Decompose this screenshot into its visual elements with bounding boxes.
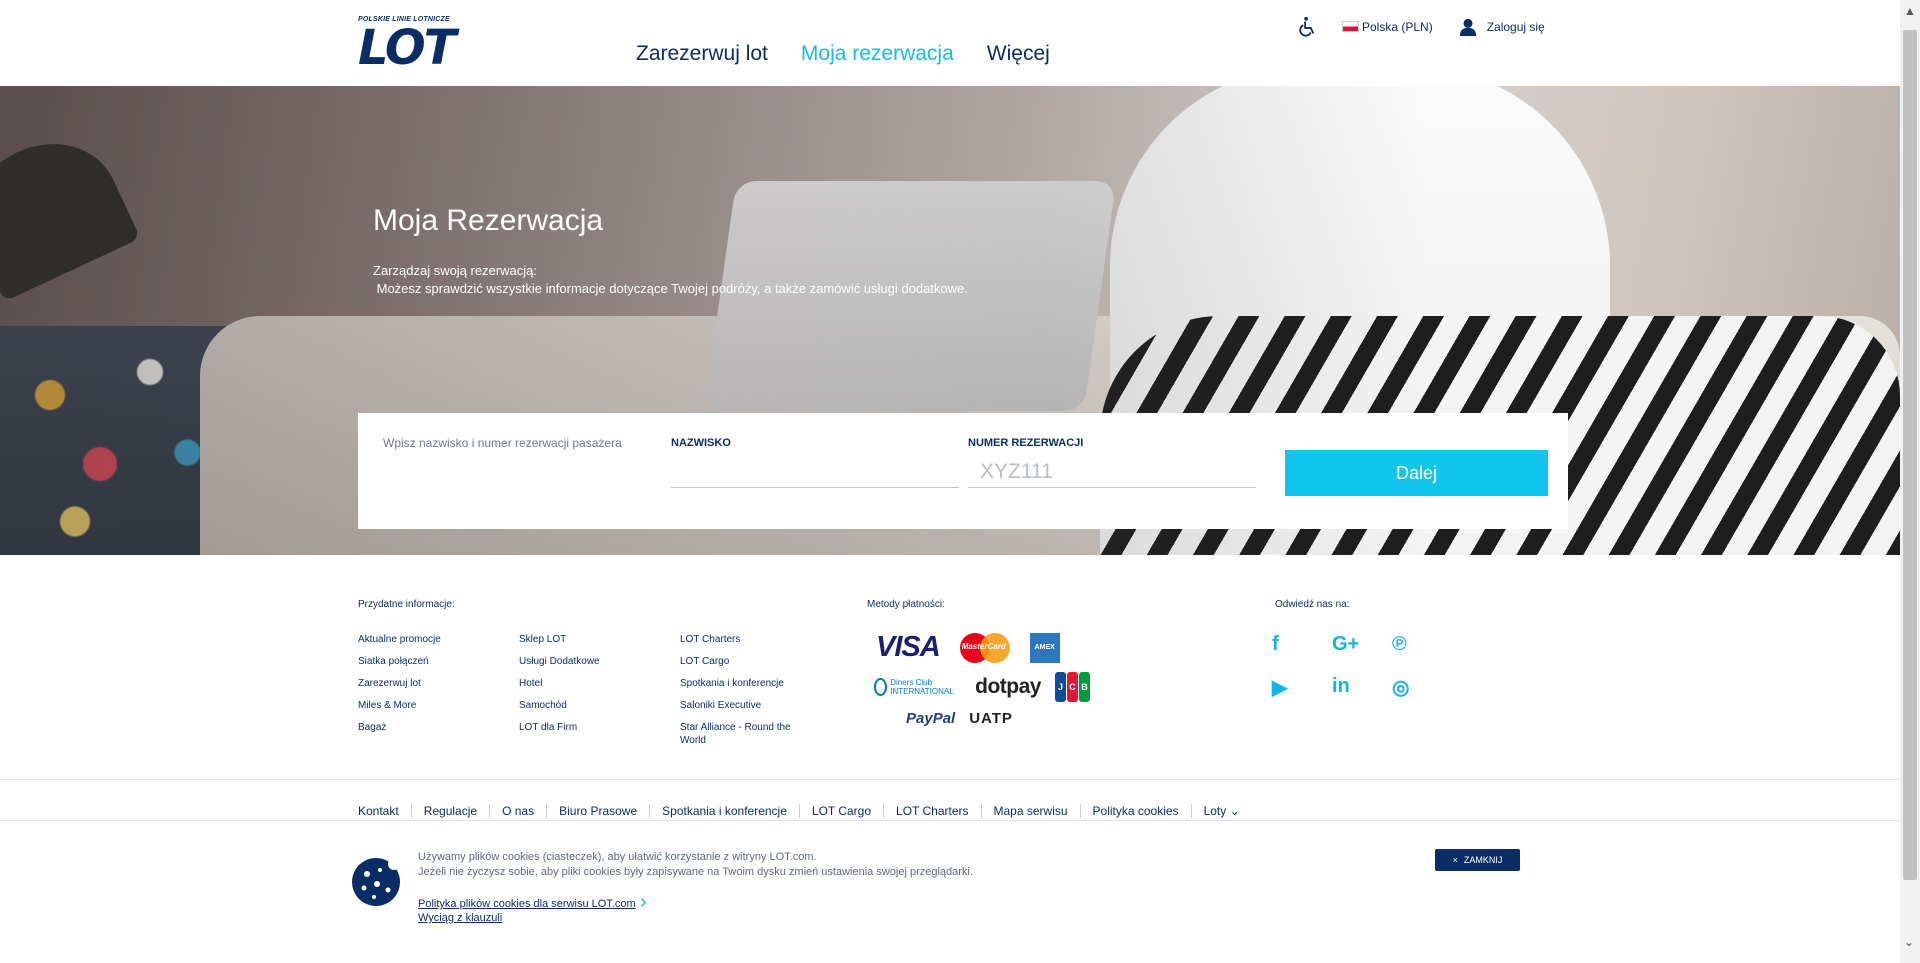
cookie-message: Używamy plików cookies (ciasteczek), aby… xyxy=(418,851,973,878)
booking-lookup-form: Wpisz nazwisko i numer rezerwacji pasaże… xyxy=(358,413,1568,529)
footer-link[interactable]: Spotkania i konferencje xyxy=(680,677,810,690)
clause-excerpt-link[interactable]: Wyciąg z klauzuli xyxy=(418,912,502,924)
bottom-link-regulations[interactable]: Regulacje xyxy=(410,804,489,818)
surname-input[interactable] xyxy=(671,457,959,488)
footer-link[interactable]: LOT Cargo xyxy=(680,655,810,668)
useful-info-title: Przydatne informacje: xyxy=(358,599,455,610)
paypal-logo: PayPal xyxy=(906,710,956,727)
footer-bottom-nav: Kontakt Regulacje O nas Biuro Prasowe Sp… xyxy=(0,779,1900,821)
nav-item-my-booking[interactable]: Moja rezerwacja xyxy=(801,42,954,66)
accessibility-icon[interactable] xyxy=(1296,16,1318,38)
bottom-link-about[interactable]: O nas xyxy=(489,804,546,818)
next-button[interactable]: Dalej xyxy=(1285,450,1548,496)
footer-link[interactable]: Siatka połączeń xyxy=(358,655,498,668)
hero-banner: Moja Rezerwacja Zarządzaj swoją rezerwac… xyxy=(0,86,1900,555)
facebook-icon[interactable]: f xyxy=(1272,633,1332,657)
footer-link[interactable]: Zarezerwuj lot xyxy=(358,677,498,690)
amex-logo: AMEX xyxy=(1029,632,1060,663)
footer-link[interactable]: Aktualne promocje xyxy=(358,633,498,646)
pinterest-icon[interactable]: ℗ xyxy=(1392,633,1452,657)
bottom-link-flights-dropdown[interactable]: Loty ⌄ xyxy=(1190,804,1252,818)
cookie-banner: Używamy plików cookies (ciasteczek), aby… xyxy=(0,821,1900,963)
social-title: Odwiedź nas na: xyxy=(1275,599,1350,610)
footer-link[interactable]: Miles & More xyxy=(358,699,498,712)
user-icon[interactable] xyxy=(1459,18,1477,36)
bottom-link-cargo[interactable]: LOT Cargo xyxy=(798,804,883,818)
chevron-right-icon[interactable]: › xyxy=(640,891,647,914)
bottom-link-cookie-policy[interactable]: Polityka cookies xyxy=(1079,804,1191,818)
jcb-logo: J C B xyxy=(1055,672,1090,702)
booking-number-label: NUMER REZERWACJI xyxy=(968,437,1084,449)
google-plus-icon[interactable]: G+ xyxy=(1332,633,1392,657)
page-scrollbar[interactable]: ▲ ⌄ xyxy=(1900,0,1920,963)
footer-link[interactable]: Star Alliance - Round the World xyxy=(680,721,810,747)
footer-links-col2: Sklep LOT Usługi Dodatkowe Hotel Samochó… xyxy=(519,633,659,734)
logo-wordmark: LOT xyxy=(358,20,456,76)
footer-link[interactable]: Hotel xyxy=(519,677,659,690)
uatp-logo: UATP xyxy=(969,710,1013,727)
footer-link[interactable]: Saloniki Executive xyxy=(680,699,810,712)
footer-link[interactable]: Usługi Dodatkowe xyxy=(519,655,659,668)
bottom-link-sitemap[interactable]: Mapa serwisu xyxy=(980,804,1080,818)
login-link[interactable]: Zaloguj się xyxy=(1487,20,1545,34)
bottom-link-contact[interactable]: Kontakt xyxy=(358,804,411,818)
scroll-up-arrow-icon[interactable]: ▲ xyxy=(1904,4,1916,18)
bottom-link-press[interactable]: Biuro Prasowe xyxy=(546,804,649,818)
linkedin-icon[interactable]: in xyxy=(1332,675,1392,699)
lot-logo[interactable]: POLSKIE LINIE LOTNICZE LOT xyxy=(358,16,478,76)
page-subtitle: Zarządzaj swoją rezerwacją: Możesz spraw… xyxy=(373,263,968,296)
scrollbar-thumb[interactable] xyxy=(1903,30,1917,880)
header-utilities: Polska (PLN) Zaloguj się xyxy=(1296,16,1545,38)
footer-link[interactable]: LOT Charters xyxy=(680,633,810,646)
footer-link[interactable]: Samochód xyxy=(519,699,659,712)
footer-info: Przydatne informacje: Aktualne promocje … xyxy=(0,555,1900,780)
surname-label: NAZWISKO xyxy=(671,437,731,449)
payment-logos: VISA MasterCard AMEX Diners Club INTERNA… xyxy=(870,631,1090,731)
booking-hint: Wpisz nazwisko i numer rezerwacji pasaże… xyxy=(383,436,622,450)
booking-number-input[interactable] xyxy=(968,457,1256,488)
mastercard-logo: MasterCard xyxy=(959,632,1010,663)
youtube-icon[interactable]: ▶ xyxy=(1272,675,1332,699)
dotpay-logo: dotpay xyxy=(975,675,1041,698)
cookie-icon xyxy=(352,858,400,906)
footer-link[interactable]: Sklep LOT xyxy=(519,633,659,646)
close-icon: × xyxy=(1452,855,1458,865)
poland-flag-icon xyxy=(1342,21,1359,32)
footer-links-col1: Aktualne promocje Siatka połączeń Zareze… xyxy=(358,633,498,734)
diners-club-logo: Diners Club INTERNATIONAL xyxy=(874,678,961,696)
bottom-link-meetings[interactable]: Spotkania i konferencje xyxy=(649,804,799,818)
nav-item-more[interactable]: Więcej xyxy=(987,42,1050,66)
footer-link[interactable]: LOT dla Firm xyxy=(519,721,659,734)
language-label: Polska (PLN) xyxy=(1362,20,1433,34)
visa-logo: VISA xyxy=(876,631,941,663)
close-cookie-button[interactable]: × ZAMKNIJ xyxy=(1435,849,1520,871)
page-title: Moja Rezerwacja xyxy=(373,204,604,237)
instagram-icon[interactable]: ◎ xyxy=(1392,675,1452,699)
language-selector[interactable]: Polska (PLN) xyxy=(1342,20,1433,34)
bottom-link-charters[interactable]: LOT Charters xyxy=(883,804,980,818)
nav-item-book-flight[interactable]: Zarezerwuj lot xyxy=(636,42,768,66)
main-nav: Zarezerwuj lot Moja rezerwacja Więcej xyxy=(636,42,1050,66)
scroll-down-arrow-icon[interactable]: ⌄ xyxy=(1904,935,1914,949)
payment-methods-title: Metody płatności: xyxy=(867,599,945,610)
site-header: POLSKIE LINIE LOTNICZE LOT Zarezerwuj lo… xyxy=(0,0,1900,86)
social-links: f G+ ℗ ▶ in ◎ xyxy=(1272,633,1452,699)
footer-link[interactable]: Bagaż xyxy=(358,721,498,734)
cookie-policy-link[interactable]: Polityka plików cookies dla serwisu LOT.… xyxy=(418,898,636,910)
footer-links-col3: LOT Charters LOT Cargo Spotkania i konfe… xyxy=(680,633,810,747)
